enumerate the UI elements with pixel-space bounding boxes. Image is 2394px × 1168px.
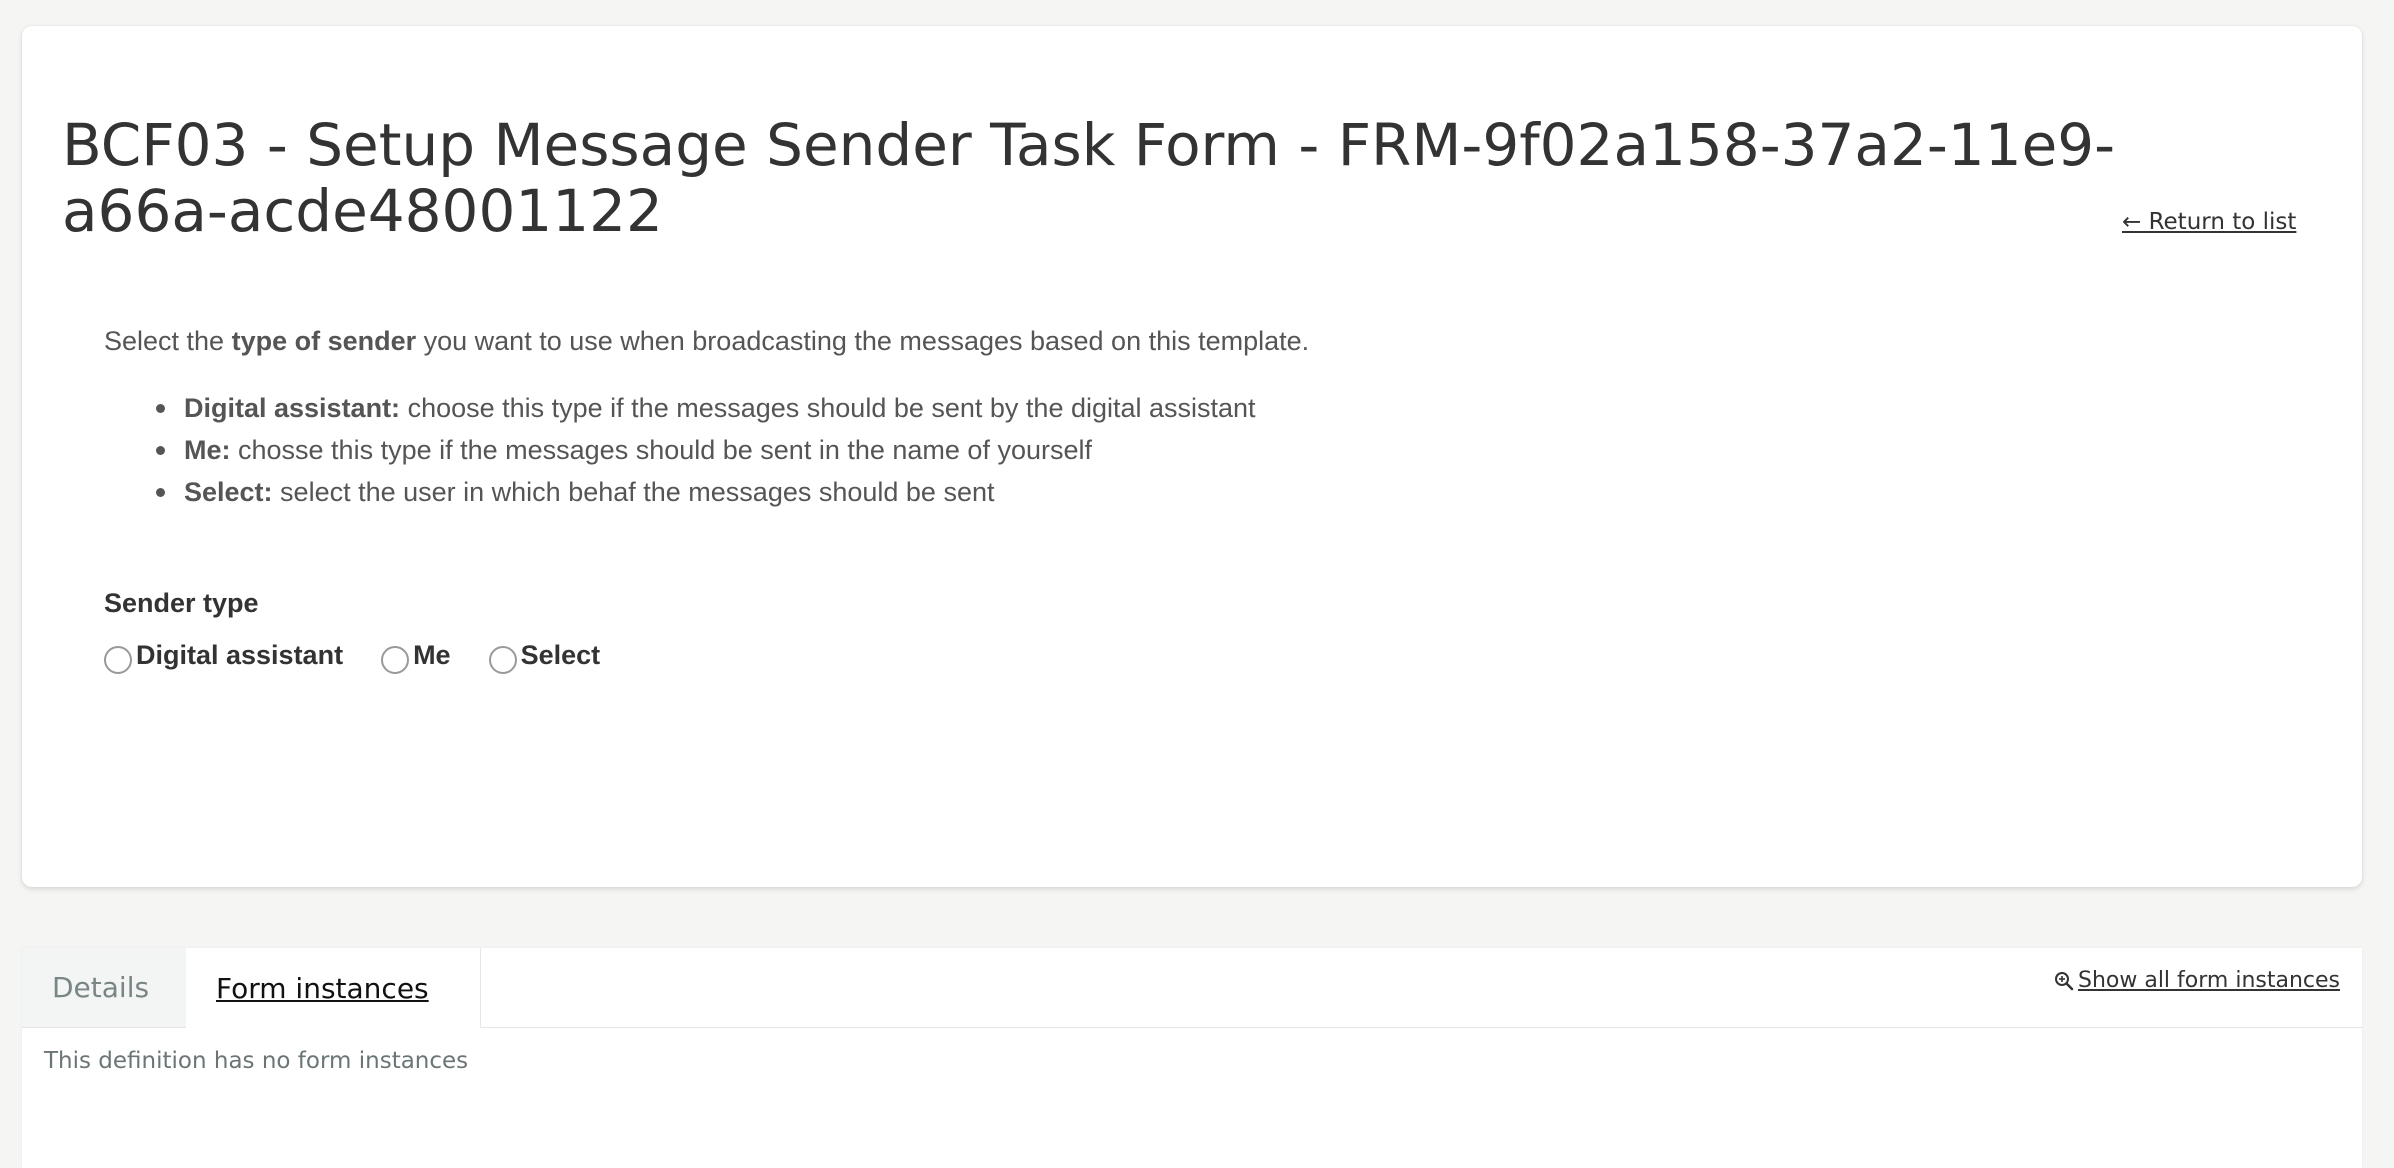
page-title: BCF03 - Setup Message Sender Task Form -… bbox=[62, 111, 2116, 245]
tab-form-instances[interactable]: Form instances bbox=[186, 948, 481, 1028]
list-item-text: select the user in which behaf the messa… bbox=[272, 477, 995, 507]
radio-digital-assistant[interactable]: Digital assistant bbox=[104, 636, 343, 674]
sender-type-help-list: Digital assistant: choose this type if t… bbox=[104, 387, 1256, 513]
intro-bold: type of sender bbox=[231, 326, 417, 356]
radio-button[interactable] bbox=[104, 646, 132, 674]
intro-text: Select the type of sender you want to us… bbox=[104, 326, 1309, 357]
radio-me[interactable]: Me bbox=[381, 636, 451, 674]
radio-label[interactable]: Digital assistant bbox=[136, 640, 343, 671]
list-item: Digital assistant: choose this type if t… bbox=[156, 387, 1256, 429]
list-item: Select: select the user in which behaf t… bbox=[156, 471, 1256, 513]
empty-state-message: This definition has no form instances bbox=[44, 1048, 469, 1074]
list-item-text: chosse this type if the messages should … bbox=[230, 435, 1092, 465]
radio-button[interactable] bbox=[488, 646, 517, 674]
list-item-text: choose this type if the messages should … bbox=[400, 393, 1256, 423]
tab-details[interactable]: Details bbox=[22, 948, 186, 1027]
list-item-term: Select: bbox=[184, 477, 273, 507]
intro-suffix: you want to use when broadcasting the me… bbox=[416, 326, 1310, 356]
list-item: Me: chosse this type if the messages sho… bbox=[156, 429, 1256, 471]
radio-button[interactable] bbox=[381, 646, 410, 674]
show-all-form-instances-link[interactable]: Show all form instances bbox=[2054, 968, 2340, 993]
list-item-term: Digital assistant: bbox=[184, 393, 401, 423]
tab-bar: Details Form instances Show all form ins… bbox=[22, 948, 2362, 1028]
sender-type-radio-group: Digital assistant Me Select bbox=[104, 636, 638, 674]
sender-type-label: Sender type bbox=[104, 588, 259, 618]
form-instances-panel: Details Form instances Show all form ins… bbox=[22, 948, 2362, 1168]
zoom-in-icon bbox=[2054, 971, 2074, 990]
radio-label[interactable]: Me bbox=[413, 640, 451, 671]
show-all-label[interactable]: Show all form instances bbox=[2078, 968, 2340, 993]
intro-prefix: Select the bbox=[104, 326, 232, 356]
return-to-list-link[interactable]: ← Return to list bbox=[2122, 209, 2296, 235]
radio-label[interactable]: Select bbox=[521, 640, 601, 671]
form-card: BCF03 - Setup Message Sender Task Form -… bbox=[22, 26, 2362, 887]
radio-select[interactable]: Select bbox=[488, 636, 601, 674]
list-item-term: Me: bbox=[184, 435, 231, 465]
